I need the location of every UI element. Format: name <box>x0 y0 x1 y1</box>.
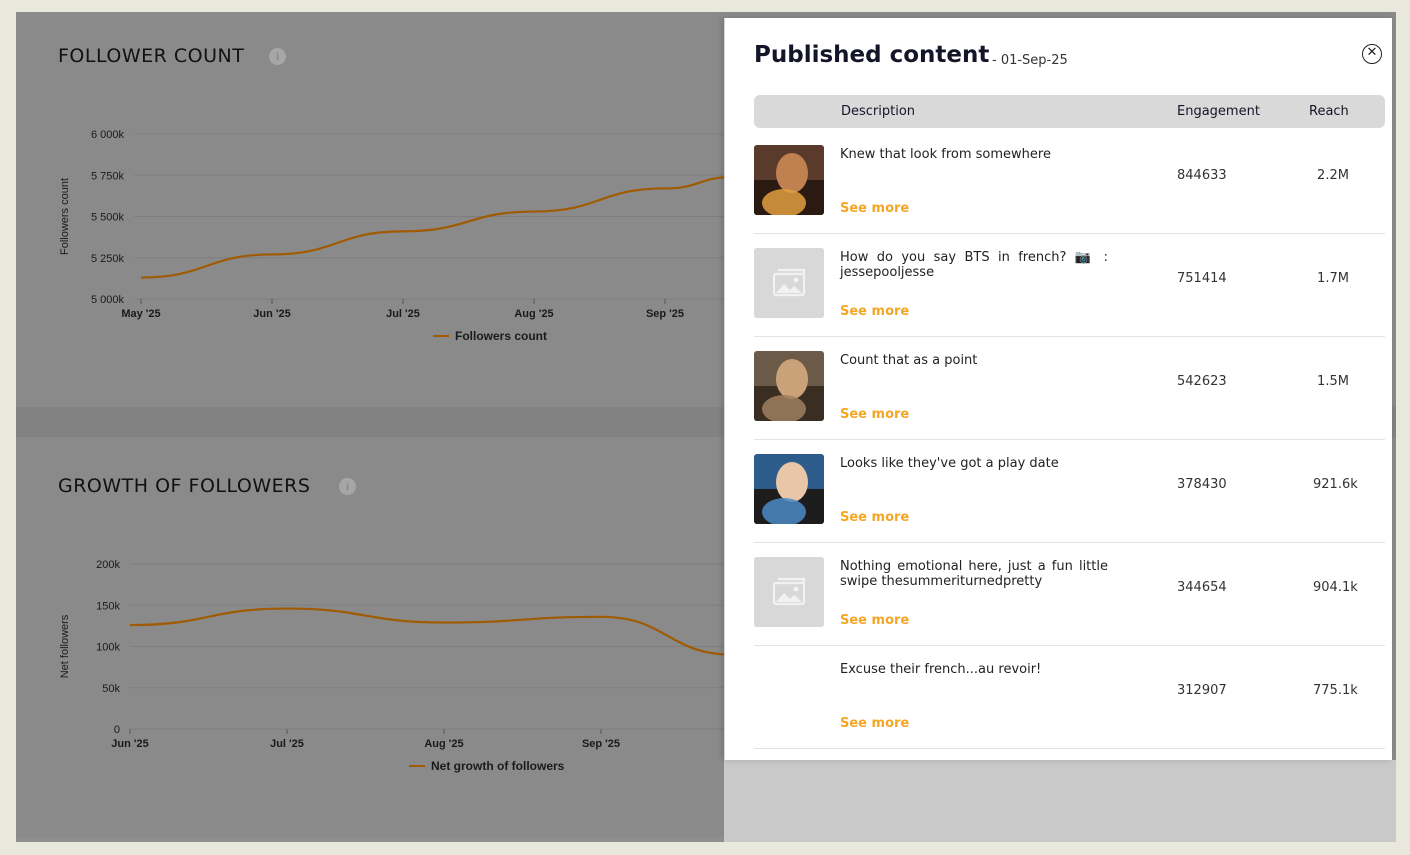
info-icon[interactable]: i <box>269 48 286 65</box>
y-axis-label: Net followers <box>59 614 71 678</box>
y-tick-label: 5 000k <box>91 294 125 306</box>
table-row[interactable]: Count that as a point See more 542623 1.… <box>754 337 1385 440</box>
app-frame: FOLLOWER COUNT i 6 000k 5 750k 5 500k 5 250… <box>0 0 1410 855</box>
post-description: Count that as a point <box>840 353 978 368</box>
x-tick-label: May '25 <box>121 308 160 320</box>
engagement-value: 378430 <box>1177 477 1227 492</box>
engagement-value: 312907 <box>1177 683 1227 698</box>
see-more-link[interactable]: See more <box>840 407 909 422</box>
growth-legend[interactable]: Net growth of followers <box>409 759 564 773</box>
reach-value: 1.7M <box>1317 271 1349 286</box>
legend-swatch <box>433 335 449 337</box>
x-tick-label: Jun '25 <box>253 308 290 320</box>
column-header-engagement[interactable]: Engagement <box>1177 104 1260 119</box>
reach-value: 2.2M <box>1317 168 1349 183</box>
y-tick-label: 50k <box>102 683 120 695</box>
x-tick-label: Jun '25 <box>111 738 148 750</box>
thumbnail-image[interactable] <box>754 351 824 421</box>
close-icon[interactable]: ✕ <box>1362 44 1382 64</box>
y-tick-label: 5 750k <box>91 170 125 182</box>
x-tick-label: Aug '25 <box>424 738 463 750</box>
table-row[interactable]: Looks like they've got a play date See m… <box>754 440 1385 543</box>
x-tick-label: Sep '25 <box>646 308 684 320</box>
image-placeholder-icon[interactable] <box>754 557 824 627</box>
y-tick-label: 0 <box>114 724 120 736</box>
post-description: Knew that look from somewhere <box>840 147 1051 162</box>
table-row[interactable]: Excuse their french...au revoir! See mor… <box>754 646 1385 749</box>
post-description: Looks like they've got a play date <box>840 456 1059 471</box>
follower-count-legend[interactable]: Followers count <box>433 329 547 343</box>
content-table-body: Knew that look from somewhere See more 8… <box>754 131 1385 749</box>
x-tick-label: Jul '25 <box>270 738 304 750</box>
see-more-link[interactable]: See more <box>840 201 909 216</box>
engagement-value: 844633 <box>1177 168 1227 183</box>
y-axis-label: Followers count <box>59 178 71 255</box>
y-tick-label: 5 500k <box>91 212 125 224</box>
x-tick-label: Jul '25 <box>386 308 420 320</box>
table-row[interactable]: How do you say BTS in french? 📷 : jessep… <box>754 234 1385 337</box>
legend-swatch <box>409 765 425 767</box>
engagement-value: 542623 <box>1177 374 1227 389</box>
table-row[interactable]: Nothing emotional here, just a fun littl… <box>754 543 1385 646</box>
reach-value: 921.6k <box>1313 477 1358 492</box>
y-tick-label: 150k <box>96 600 120 612</box>
y-tick-label: 5 250k <box>91 253 125 265</box>
info-icon[interactable]: i <box>339 478 356 495</box>
y-tick-label: 200k <box>96 559 120 571</box>
thumbnail[interactable] <box>754 660 824 730</box>
follower-count-chart: 6 000k 5 750k 5 500k 5 250k 5 000k May '25 Jun… <box>59 129 724 320</box>
post-description: Excuse their french...au revoir! <box>840 662 1042 677</box>
reach-value: 775.1k <box>1313 683 1358 698</box>
see-more-link[interactable]: See more <box>840 716 909 731</box>
drawer-title: Published content <box>754 42 990 68</box>
growth-title: GROWTH OF FOLLOWERS <box>58 475 311 497</box>
post-description: Nothing emotional here, just a fun littl… <box>840 559 1108 589</box>
drawer-date: - 01-Sep-25 <box>992 53 1068 68</box>
engagement-value: 344654 <box>1177 580 1227 595</box>
follower-count-title: FOLLOWER COUNT <box>58 45 245 67</box>
column-header-description[interactable]: Description <box>841 104 915 119</box>
reach-value: 904.1k <box>1313 580 1358 595</box>
column-header-reach[interactable]: Reach <box>1309 104 1349 119</box>
table-row[interactable]: Knew that look from somewhere See more 8… <box>754 131 1385 234</box>
post-description: How do you say BTS in french? 📷 : jessep… <box>840 250 1108 280</box>
see-more-link[interactable]: See more <box>840 613 909 628</box>
see-more-link[interactable]: See more <box>840 304 909 319</box>
y-tick-label: 100k <box>96 642 120 654</box>
series-line <box>140 176 724 279</box>
published-content-drawer: Published content - 01-Sep-25 ✕ Descript… <box>724 18 1392 760</box>
growth-chart: 200k 150k 100k 50k 0 Jun '25 Jul '25 Aug '25 Sep… <box>59 559 724 750</box>
legend-label: Followers count <box>455 329 548 343</box>
series-line <box>129 607 724 656</box>
table-header: Description Engagement Reach <box>754 95 1385 128</box>
legend-label: Net growth of followers <box>431 759 565 773</box>
x-tick-label: Aug '25 <box>514 308 553 320</box>
drawer-footer-area <box>724 760 1396 842</box>
thumbnail-image[interactable] <box>754 454 824 524</box>
x-tick-label: Sep '25 <box>582 738 620 750</box>
engagement-value: 751414 <box>1177 271 1227 286</box>
reach-value: 1.5M <box>1317 374 1349 389</box>
image-placeholder-icon[interactable] <box>754 248 824 318</box>
y-tick-label: 6 000k <box>91 129 125 141</box>
see-more-link[interactable]: See more <box>840 510 909 525</box>
thumbnail-image[interactable] <box>754 145 824 215</box>
